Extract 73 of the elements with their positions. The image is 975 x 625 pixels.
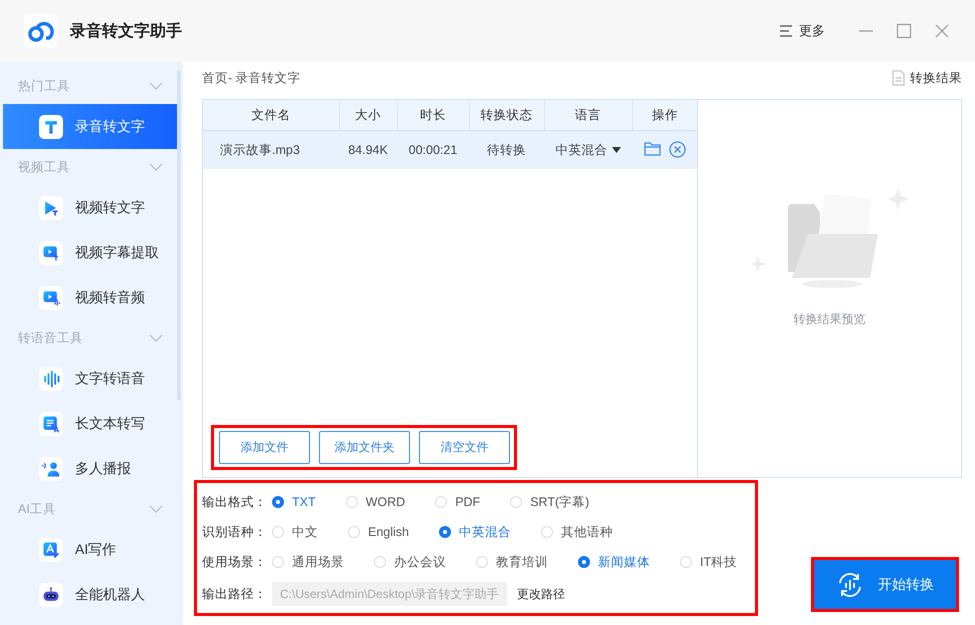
sidebar-item[interactable]: 全能机器人: [3, 572, 179, 617]
tool-icon: [39, 286, 63, 310]
radio-option[interactable]: 教育培训: [476, 554, 548, 570]
menu-icon: [779, 25, 793, 37]
folder-icon[interactable]: [644, 142, 660, 156]
radio-option[interactable]: PDF: [435, 495, 480, 509]
option-label: 输出路径：: [202, 586, 268, 602]
sidebar-item[interactable]: 录音转文字: [3, 104, 179, 149]
section-header: AI工具: [18, 500, 56, 518]
option-label: 输出格式：: [202, 494, 268, 510]
column-header: 语言: [544, 100, 632, 130]
radio-option[interactable]: 中英混合: [439, 524, 511, 540]
sidebar-item[interactable]: 长文本转写: [3, 401, 179, 446]
tool-icon: [39, 366, 63, 390]
sidebar-item[interactable]: 视频转音频: [3, 275, 179, 320]
column-header: 时长: [397, 100, 469, 130]
start-button[interactable]: 开始转换: [814, 560, 956, 609]
tool-icon: [39, 114, 63, 138]
radio-option[interactable]: 其他语种: [541, 524, 613, 540]
file-button[interactable]: 添加文件: [219, 431, 310, 464]
remove-icon[interactable]: [668, 140, 686, 158]
chevron-icon[interactable]: [149, 334, 163, 342]
minimize-icon: [859, 30, 873, 32]
radio-option[interactable]: IT科技: [680, 554, 738, 570]
radio-option[interactable]: SRT(字幕): [510, 494, 590, 510]
more-menu-button[interactable]: 更多: [779, 22, 825, 40]
close-icon: [934, 23, 950, 39]
caret-icon: [612, 147, 620, 153]
convert-icon: [836, 570, 864, 598]
file-button[interactable]: 添加文件夹: [319, 431, 410, 464]
maximize-icon: [896, 23, 912, 39]
tool-icon: [39, 412, 63, 436]
radio-option[interactable]: TXT: [272, 495, 316, 509]
tool-icon: [39, 538, 63, 562]
table-cell: 84.94K: [339, 130, 397, 169]
tool-icon: [39, 240, 63, 264]
radio-option[interactable]: 通用场景: [272, 554, 344, 570]
sidebar-item[interactable]: 多人播报: [3, 446, 179, 491]
tool-icon: [39, 196, 63, 220]
section-header: 热门工具: [18, 78, 70, 94]
section-header: 视频工具: [18, 158, 70, 176]
tool-icon: [39, 582, 63, 606]
option-label: 使用场景：: [202, 554, 268, 570]
radio-option[interactable]: 办公会议: [374, 554, 446, 570]
app-logo-icon: [24, 14, 58, 48]
preview-hint: 转换结果预览: [794, 312, 866, 326]
tool-icon: [39, 456, 63, 480]
column-header: 操作: [632, 100, 697, 130]
table-cell: 00:00:21: [397, 130, 469, 169]
document-icon: [892, 70, 905, 86]
section-header: 转语音工具: [18, 330, 83, 346]
radio-option[interactable]: 新闻媒体: [578, 554, 650, 570]
table-cell: 演示故事.mp3: [203, 130, 339, 169]
table-cell: 待转换: [469, 130, 544, 169]
sidebar-item[interactable]: 文字转语音: [3, 356, 179, 401]
app-title: 录音转文字助手: [70, 21, 182, 42]
radio-option[interactable]: 中文: [272, 524, 318, 540]
option-label: 识别语种：: [202, 524, 268, 540]
column-header: 大小: [339, 100, 397, 130]
result-link[interactable]: 转换结果: [892, 70, 962, 86]
column-header: 文件名: [203, 100, 339, 130]
sidebar-item[interactable]: AI写作: [3, 527, 179, 572]
chevron-icon[interactable]: [149, 163, 163, 171]
change-path-button[interactable]: 更改路径: [507, 586, 565, 602]
file-button[interactable]: 清空文件: [419, 431, 510, 464]
chevron-icon[interactable]: [149, 505, 163, 513]
breadcrumb: 首页- 录音转文字: [201, 70, 301, 86]
sidebar-item[interactable]: 视频字幕提取: [3, 230, 179, 275]
column-header: 转换状态: [469, 100, 544, 130]
radio-option[interactable]: English: [348, 525, 409, 539]
chevron-icon[interactable]: [149, 82, 163, 90]
sidebar-item[interactable]: 视频转文字: [3, 185, 179, 230]
radio-option[interactable]: WORD: [346, 495, 406, 509]
